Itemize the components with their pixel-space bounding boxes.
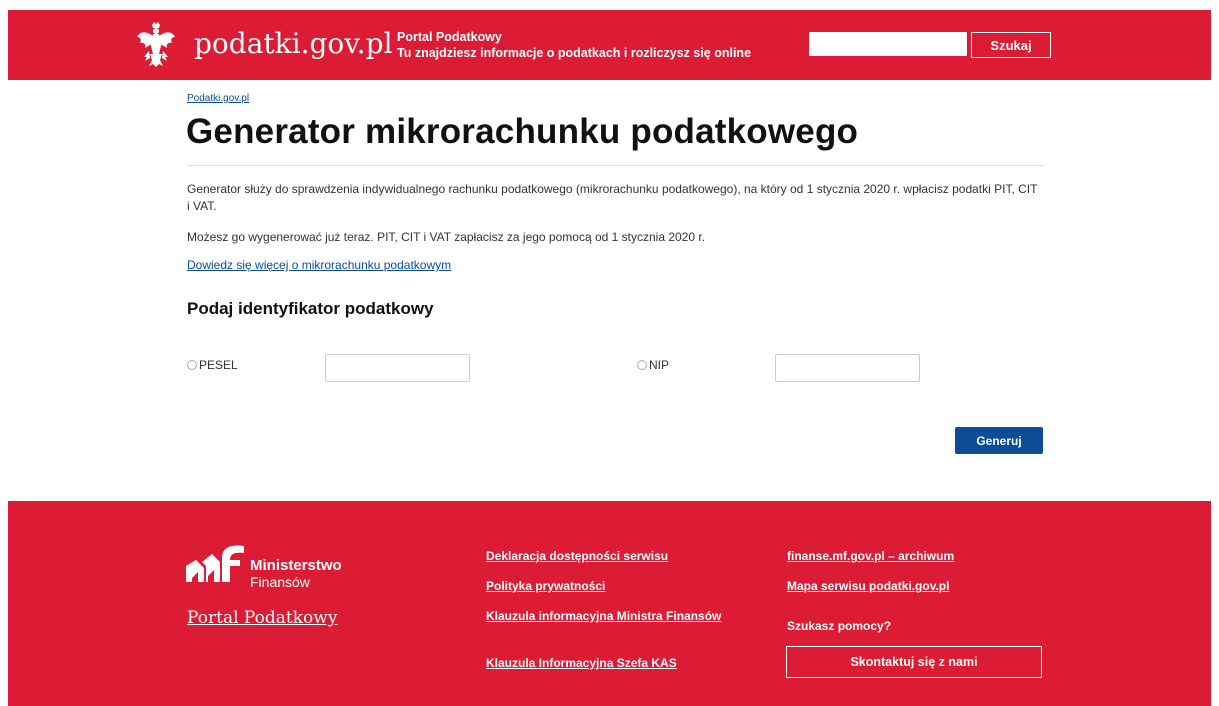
- search-input[interactable]: [809, 32, 967, 56]
- ministry-name-line2: Finansów: [250, 574, 310, 590]
- footer-link-archive[interactable]: finanse.mf.gov.pl – archiwum: [787, 548, 954, 564]
- search-button[interactable]: Szukaj: [971, 32, 1051, 58]
- nip-radio[interactable]: NIP: [637, 358, 669, 372]
- mf-logo-icon: [186, 545, 244, 582]
- contact-button[interactable]: Skontaktuj się z nami: [786, 646, 1042, 678]
- footer-portal-link[interactable]: Portal Podatkowy: [187, 608, 337, 628]
- section-title: Podaj identyfikator podatkowy: [187, 299, 434, 318]
- pesel-input[interactable]: [325, 354, 470, 382]
- title-divider: [187, 165, 1043, 166]
- footer-link-privacy[interactable]: Polityka prywatności: [486, 578, 605, 594]
- nip-label: NIP: [649, 358, 670, 372]
- polish-eagle-icon[interactable]: [136, 21, 176, 69]
- radio-icon[interactable]: [637, 360, 647, 370]
- site-logo-text[interactable]: podatki.gov.pl: [194, 26, 393, 62]
- nip-input[interactable]: [775, 354, 920, 382]
- learn-more-link[interactable]: Dowiedz się więcej o mikrorachunku podat…: [187, 258, 451, 272]
- intro-text-2: Możesz go wygenerować już teraz. PIT, CI…: [187, 230, 706, 244]
- radio-icon[interactable]: [187, 360, 197, 370]
- footer-link-minister-clause[interactable]: Klauzula informacyjna Ministra Finansów: [486, 608, 726, 624]
- pesel-label: PESEL: [199, 358, 238, 372]
- pesel-radio[interactable]: PESEL: [187, 358, 238, 372]
- generate-button[interactable]: Generuj: [955, 427, 1043, 454]
- footer-link-sitemap[interactable]: Mapa serwisu podatki.gov.pl: [787, 578, 949, 594]
- page-title: Generator mikrorachunku podatkowego: [186, 112, 859, 151]
- breadcrumb[interactable]: Podatki.gov.pl: [187, 93, 249, 104]
- ministry-name-line1: Ministerstwo: [250, 557, 342, 574]
- help-text: Szukasz pomocy?: [787, 619, 892, 633]
- site-header: podatki.gov.pl Portal Podatkowy Tu znajd…: [8, 10, 1211, 80]
- footer-link-accessibility[interactable]: Deklaracja dostępności serwisu: [486, 548, 668, 564]
- footer-link-kas-clause[interactable]: Klauzula Informacyjna Szefa KAS: [486, 655, 677, 671]
- portal-subtitle: Tu znajdziesz informacje o podatkach i r…: [397, 46, 752, 60]
- portal-title: Portal Podatkowy: [397, 30, 502, 44]
- site-footer: Ministerstwo Finansów Portal Podatkowy D…: [8, 501, 1211, 706]
- intro-text: Generator służy do sprawdzenia indywidua…: [187, 182, 1038, 213]
